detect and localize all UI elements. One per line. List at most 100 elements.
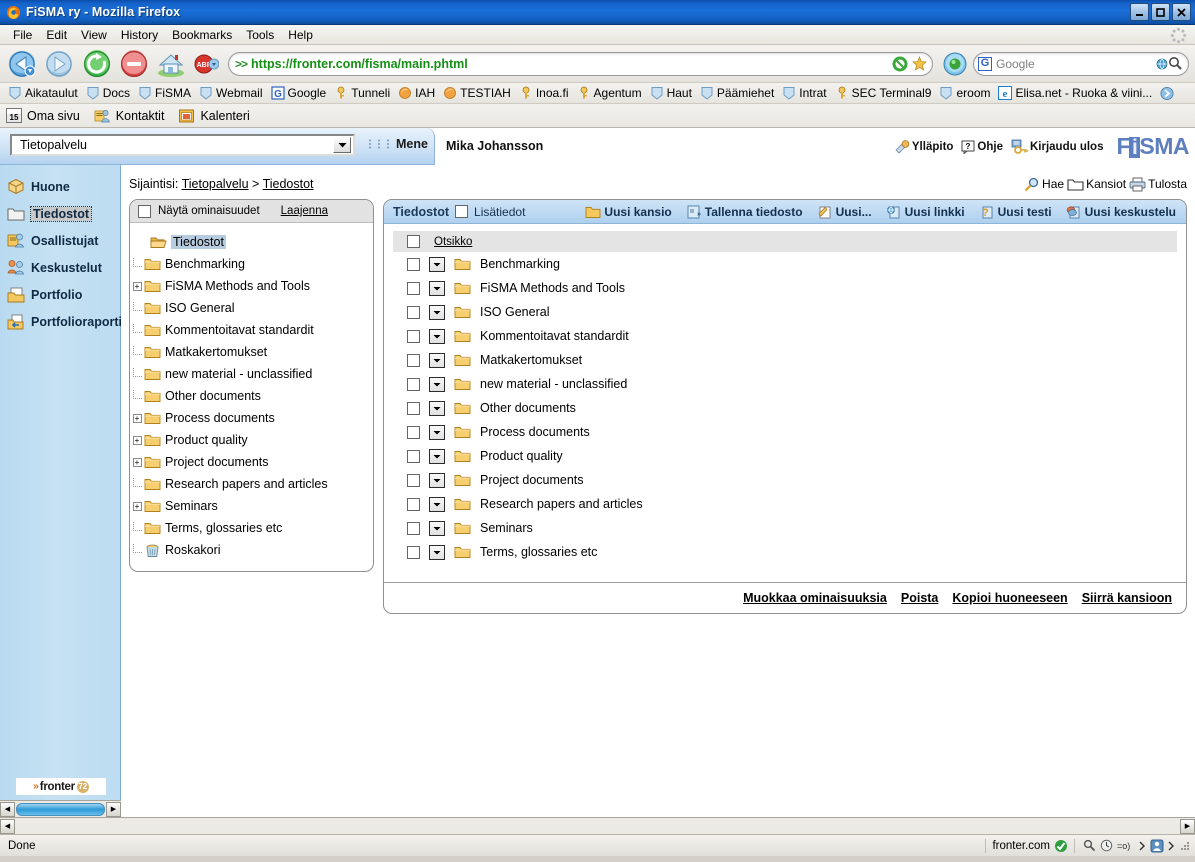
row-checkbox[interactable] bbox=[407, 425, 420, 439]
adblock-icon[interactable]: ABP bbox=[191, 48, 221, 80]
row-checkbox[interactable] bbox=[407, 353, 420, 367]
sidebar-item-tiedostot[interactable]: Tiedostot bbox=[0, 200, 120, 227]
user-status-icon[interactable] bbox=[1150, 839, 1164, 853]
tree-node[interactable]: + FiSMA Methods and Tools bbox=[130, 275, 373, 297]
page-horizontal-scrollbar[interactable]: ◀ ▶ bbox=[0, 817, 1195, 834]
table-row[interactable]: Project documents bbox=[393, 468, 1177, 492]
new-discussion-button[interactable]: Uusi keskustelu bbox=[1062, 205, 1180, 219]
table-row[interactable]: FiSMA Methods and Tools bbox=[393, 276, 1177, 300]
url-bar[interactable]: >> https://fronter.com/fisma/main.phtml bbox=[228, 51, 933, 76]
bookmark-item[interactable]: FiSMA bbox=[134, 86, 195, 100]
table-row[interactable]: Benchmarking bbox=[393, 252, 1177, 276]
tree-expander[interactable]: + bbox=[130, 413, 144, 423]
row-checkbox[interactable] bbox=[407, 473, 420, 487]
star-bookmark-icon[interactable] bbox=[911, 55, 928, 72]
row-name[interactable]: Process documents bbox=[480, 425, 590, 439]
tree-node[interactable]: Research papers and articles bbox=[130, 473, 373, 495]
bookmark-item[interactable]: G Google bbox=[267, 86, 331, 100]
bookmark-kalenteri[interactable]: Kalenteri bbox=[178, 108, 250, 124]
stop-button[interactable] bbox=[117, 48, 151, 80]
new-folder-button[interactable]: Uusi kansio bbox=[581, 205, 675, 219]
table-row[interactable]: Research papers and articles bbox=[393, 492, 1177, 516]
sidebar-item-portfolio[interactable]: Portfolio bbox=[0, 281, 120, 308]
bookmark-item[interactable]: e Elisa.net - Ruoka & viini... bbox=[994, 86, 1156, 100]
table-row[interactable]: Matkakertomukset bbox=[393, 348, 1177, 372]
tree-node[interactable]: ISO General bbox=[130, 297, 373, 319]
sidebar-item-osallistujat[interactable]: Osallistujat bbox=[0, 227, 120, 254]
room-select[interactable]: Tietopalvelu bbox=[10, 134, 355, 156]
row-name[interactable]: Matkakertomukset bbox=[480, 353, 582, 367]
row-menu-button[interactable] bbox=[429, 520, 445, 536]
table-row[interactable]: Process documents bbox=[393, 420, 1177, 444]
row-name[interactable]: Product quality bbox=[480, 449, 563, 463]
tree-expander[interactable]: + bbox=[130, 457, 144, 467]
row-menu-button[interactable] bbox=[429, 448, 445, 464]
row-checkbox[interactable] bbox=[407, 377, 420, 391]
bookmark-item[interactable]: Aikataulut bbox=[4, 86, 82, 100]
copy-to-room-action[interactable]: Kopioi huoneeseen bbox=[952, 591, 1067, 605]
extra-info-checkbox[interactable] bbox=[455, 205, 469, 218]
row-name[interactable]: FiSMA Methods and Tools bbox=[480, 281, 625, 295]
row-name[interactable]: Seminars bbox=[480, 521, 533, 535]
maximize-button[interactable] bbox=[1151, 3, 1170, 21]
forward-button[interactable] bbox=[43, 48, 77, 80]
select-all-checkbox[interactable] bbox=[407, 235, 420, 248]
bookmark-item[interactable]: Webmail bbox=[195, 86, 266, 100]
row-checkbox[interactable] bbox=[407, 497, 420, 511]
tree-node[interactable]: Benchmarking bbox=[130, 253, 373, 275]
row-menu-button[interactable] bbox=[429, 544, 445, 560]
bookmarks-overflow-button[interactable] bbox=[1156, 86, 1178, 100]
row-menu-button[interactable] bbox=[429, 376, 445, 392]
row-menu-button[interactable] bbox=[429, 256, 445, 272]
row-menu-button[interactable] bbox=[429, 280, 445, 296]
reload-button[interactable] bbox=[80, 48, 114, 80]
bookmark-kontaktit[interactable]: Kontaktit bbox=[94, 108, 164, 124]
tree-node[interactable]: Terms, glossaries etc bbox=[130, 517, 373, 539]
tree-node[interactable]: + Seminars bbox=[130, 495, 373, 517]
sidebar-horizontal-scrollbar[interactable]: ◀ ▶ bbox=[0, 800, 121, 817]
delete-action[interactable]: Poista bbox=[901, 591, 939, 605]
row-name[interactable]: Project documents bbox=[480, 473, 584, 487]
row-checkbox[interactable] bbox=[407, 401, 420, 415]
tree-expander[interactable]: + bbox=[130, 435, 144, 445]
upload-file-button[interactable]: » Tallenna tiedosto bbox=[682, 205, 807, 219]
column-header-title[interactable]: Otsikko bbox=[434, 236, 472, 248]
close-button[interactable] bbox=[1172, 3, 1191, 21]
bookmark-item[interactable]: IAH bbox=[394, 86, 439, 100]
row-name[interactable]: ISO General bbox=[480, 305, 549, 319]
menu-history[interactable]: History bbox=[114, 26, 165, 44]
menu-bookmarks[interactable]: Bookmarks bbox=[165, 26, 239, 44]
home-button[interactable] bbox=[154, 48, 188, 80]
row-menu-button[interactable] bbox=[429, 472, 445, 488]
scrollbar-thumb[interactable] bbox=[16, 802, 105, 816]
tree-node[interactable]: Tiedostot bbox=[130, 231, 373, 253]
scroll-left-icon[interactable]: ◀ bbox=[0, 801, 15, 817]
go-button[interactable] bbox=[940, 48, 970, 80]
new-document-button[interactable]: Uusi... bbox=[813, 205, 876, 219]
tree-node[interactable]: Matkakertomukset bbox=[130, 341, 373, 363]
search-input[interactable]: Google bbox=[996, 57, 1156, 71]
row-checkbox[interactable] bbox=[407, 329, 420, 343]
row-menu-button[interactable] bbox=[429, 400, 445, 416]
move-to-folder-action[interactable]: Siirrä kansioon bbox=[1082, 591, 1172, 605]
minimize-button[interactable] bbox=[1130, 3, 1149, 21]
bookmark-item[interactable]: Haut bbox=[646, 86, 696, 100]
bookmark-item[interactable]: SEC Terminal9 bbox=[831, 86, 936, 100]
search-tool[interactable]: Hae bbox=[1024, 177, 1064, 192]
scroll-left-icon[interactable]: ◀ bbox=[0, 818, 15, 834]
menu-file[interactable]: File bbox=[6, 26, 39, 44]
clock-icon[interactable] bbox=[1100, 839, 1113, 852]
breadcrumb-item-1[interactable]: Tiedostot bbox=[263, 177, 314, 191]
table-row[interactable]: ISO General bbox=[393, 300, 1177, 324]
row-checkbox[interactable] bbox=[407, 257, 420, 271]
new-link-button[interactable]: Uusi linkki bbox=[882, 205, 969, 219]
chevron-down-icon[interactable] bbox=[333, 137, 351, 153]
tree-node[interactable]: Roskakori bbox=[130, 539, 373, 561]
row-name[interactable]: Benchmarking bbox=[480, 257, 560, 271]
edit-properties-action[interactable]: Muokkaa ominaisuuksia bbox=[743, 591, 887, 605]
resize-grip-icon[interactable] bbox=[1179, 840, 1191, 852]
rss-icon[interactable] bbox=[891, 55, 909, 73]
breadcrumb-item-0[interactable]: Tietopalvelu bbox=[182, 177, 249, 191]
folders-tool[interactable]: Kansiot bbox=[1067, 177, 1126, 191]
row-name[interactable]: new material - unclassified bbox=[480, 377, 627, 391]
